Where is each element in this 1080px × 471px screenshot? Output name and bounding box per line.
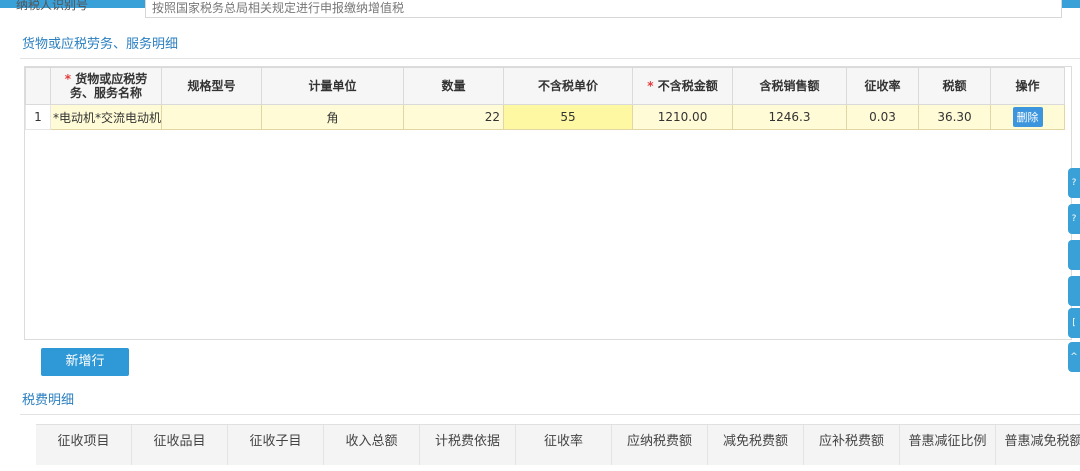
previous-field-row: 纳税人识别号 按照国家税务总局相关规定进行申报缴纳增值税 <box>0 0 1080 20</box>
fee-col-relief[interactable]: 减免税费额 <box>708 425 804 465</box>
cell-name[interactable]: *电动机*交流电动机 <box>49 104 163 130</box>
col-name[interactable]: * 货物或应税劳 务、服务名称 <box>49 67 163 105</box>
previous-field-input[interactable]: 按照国家税务总局相关规定进行申报缴纳增值税 <box>145 0 1062 18</box>
section-divider <box>20 58 1080 59</box>
cell-incl-tax[interactable]: 1246.3 <box>732 104 848 130</box>
previous-field-value: 按照国家税务总局相关规定进行申报缴纳增值税 <box>152 1 405 15</box>
side-doc-icon[interactable]: [ <box>1068 308 1080 338</box>
col-index <box>25 67 51 105</box>
delete-row-button[interactable]: 删除 <box>1012 107 1043 127</box>
fee-col-total-income[interactable]: 收入总额 <box>324 425 420 465</box>
cell-spec[interactable] <box>161 104 263 130</box>
cell-unit-price[interactable]: 55 <box>503 104 634 130</box>
cell-rate[interactable]: 0.03 <box>846 104 920 130</box>
fee-section-title: 税费明细 <box>22 393 75 408</box>
cell-quantity[interactable]: 22 <box>403 104 505 130</box>
add-row-button[interactable]: 新增行 <box>41 348 129 376</box>
col-operation: 操作 <box>990 67 1066 105</box>
items-table: * 货物或应税劳 务、服务名称 规格型号 计量单位 数量 不含税单价 * 不含税… <box>25 67 1066 130</box>
goods-section-title: 货物或应税劳务、服务明细 <box>22 37 179 52</box>
table-header-row: * 货物或应税劳 务、服务名称 规格型号 计量单位 数量 不含税单价 * 不含税… <box>25 67 1066 105</box>
cell-unit[interactable]: 角 <box>261 104 405 130</box>
fee-col-payable[interactable]: 应纳税费额 <box>612 425 708 465</box>
previous-field-label: 纳税人识别号 <box>16 0 89 12</box>
fee-col-reduction-ratio[interactable]: 普惠减征比例 <box>900 425 996 465</box>
fee-col-item[interactable]: 征收项目 <box>36 425 132 465</box>
row-index: 1 <box>25 104 51 130</box>
side-tab-icon[interactable] <box>1068 240 1080 270</box>
col-unit[interactable]: 计量单位 <box>261 67 405 105</box>
fee-table-header: 征收项目 征收品目 征收子目 收入总额 计税费依据 征收率 应纳税费额 减免税费… <box>36 424 1080 465</box>
cell-amount[interactable]: 1210.00 <box>632 104 734 130</box>
fee-col-rate[interactable]: 征收率 <box>516 425 612 465</box>
col-quantity[interactable]: 数量 <box>403 67 505 105</box>
fee-col-supplement[interactable]: 应补税费额 <box>804 425 900 465</box>
col-amount[interactable]: * 不含税金额 <box>632 67 734 105</box>
side-help-icon[interactable]: ? <box>1068 168 1080 198</box>
section-divider <box>20 414 1080 415</box>
side-service-icon[interactable]: ? <box>1068 204 1080 234</box>
col-rate[interactable]: 征收率 <box>846 67 920 105</box>
table-row[interactable]: 1 *电动机*交流电动机 角 22 55 1210.00 1246.3 0.03… <box>25 104 1066 130</box>
col-unit-price[interactable]: 不含税单价 <box>503 67 634 105</box>
fee-col-tax-basis[interactable]: 计税费依据 <box>420 425 516 465</box>
col-incl-tax[interactable]: 含税销售额 <box>732 67 848 105</box>
col-spec[interactable]: 规格型号 <box>161 67 263 105</box>
fee-col-reduction-amount[interactable]: 普惠减免税额 <box>996 425 1080 465</box>
side-tab-icon[interactable] <box>1068 276 1080 306</box>
fee-col-category[interactable]: 征收品目 <box>132 425 228 465</box>
fee-col-subcategory[interactable]: 征收子目 <box>228 425 324 465</box>
cell-operation: 删除 <box>990 104 1066 130</box>
scroll-top-icon[interactable]: ^ <box>1068 342 1080 372</box>
cell-tax[interactable]: 36.30 <box>918 104 992 130</box>
col-tax[interactable]: 税额 <box>918 67 992 105</box>
